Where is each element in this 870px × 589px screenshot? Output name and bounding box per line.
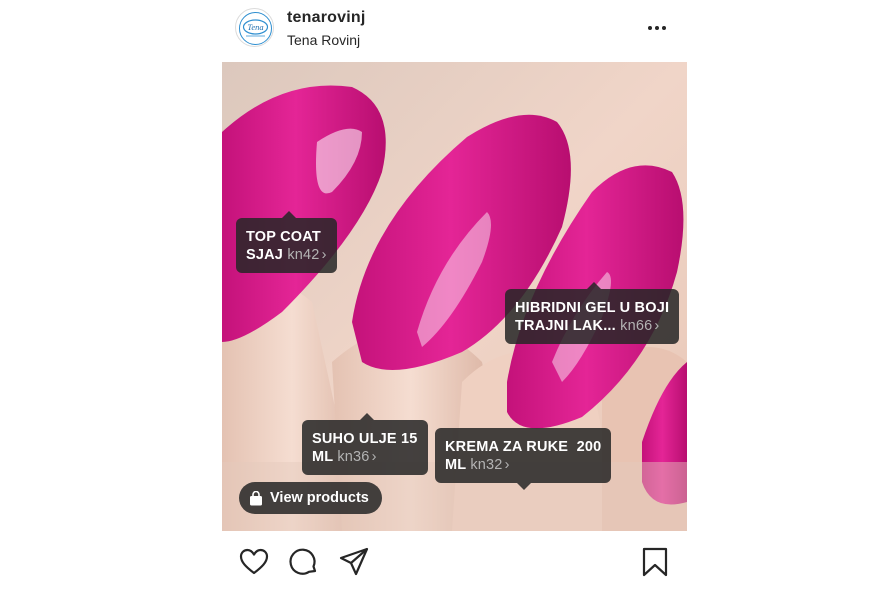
tag-price: kn36 <box>337 449 370 465</box>
comment-icon <box>289 548 317 575</box>
tag-title-line1: TOP COAT <box>246 229 321 245</box>
post-header: Tena tenarovinj Tena Rovinj <box>222 0 687 62</box>
view-products-button[interactable]: View products <box>239 482 382 514</box>
chevron-right-icon: › <box>321 247 327 263</box>
tag-title-line2: ML <box>312 449 334 465</box>
chevron-right-icon: › <box>504 457 510 473</box>
avatar[interactable]: Tena <box>235 8 274 47</box>
product-tag-hibridni-gel[interactable]: HIBRIDNI GEL U BOJI TRAJNI LAK... kn66 › <box>505 282 680 344</box>
tag-title-line1: KREMA ZA RUKE 200 <box>445 439 602 455</box>
comment-button[interactable] <box>288 546 320 578</box>
username[interactable]: tenarovinj <box>287 9 365 27</box>
product-tag-suho-ulje[interactable]: SUHO ULJE 15 ML kn36 › <box>302 413 428 475</box>
tag-title-line2: TRAJNI LAK... <box>515 318 616 334</box>
view-products-label: View products <box>270 490 369 506</box>
bookmark-icon <box>642 547 668 577</box>
product-tag-krema-za-ruke[interactable]: KREMA ZA RUKE 200 ML kn32 › <box>435 428 612 490</box>
ellipsis-icon <box>648 26 652 30</box>
action-bar <box>222 531 687 589</box>
paper-plane-icon <box>339 547 369 576</box>
tag-price: kn32 <box>470 457 503 473</box>
tag-title-line2: SJAJ <box>246 247 284 263</box>
tag-title-line1: HIBRIDNI GEL U BOJI <box>515 300 670 316</box>
product-tag-top-coat[interactable]: TOP COAT SJAJ kn42 › <box>236 211 337 273</box>
avatar-logo-text: Tena <box>247 22 263 32</box>
save-button[interactable] <box>639 546 671 578</box>
chevron-right-icon: › <box>654 318 660 334</box>
share-button[interactable] <box>338 546 370 578</box>
heart-icon <box>239 548 269 575</box>
tag-price: kn66 <box>620 318 653 334</box>
tag-title-line1: SUHO ULJE 15 <box>312 431 418 447</box>
tag-price: kn42 <box>287 247 320 263</box>
chevron-right-icon: › <box>371 449 377 465</box>
like-button[interactable] <box>238 546 270 578</box>
more-options-button[interactable] <box>647 18 669 38</box>
location[interactable]: Tena Rovinj <box>287 32 360 48</box>
shopping-bag-icon <box>250 490 262 505</box>
tag-title-line2: ML <box>445 457 467 473</box>
logo-icon: Tena <box>239 12 272 45</box>
